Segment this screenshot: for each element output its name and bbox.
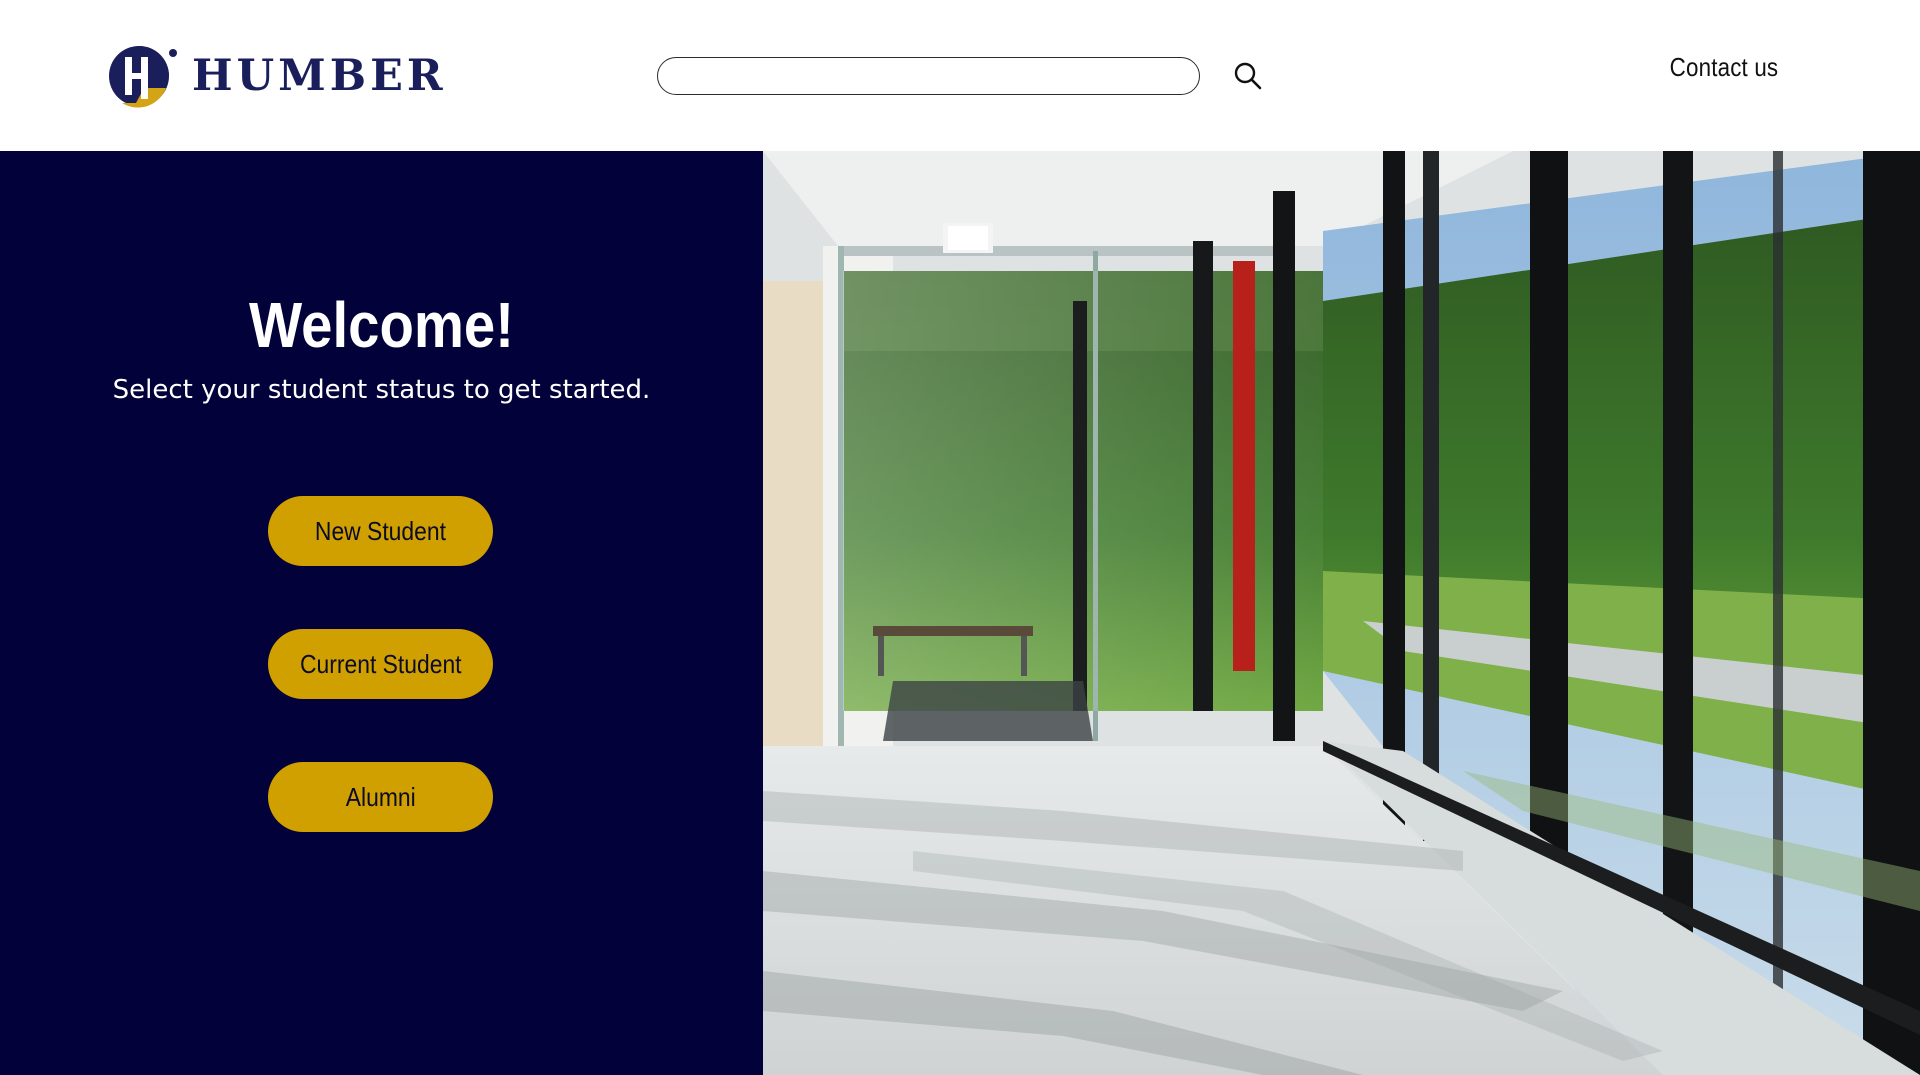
- welcome-subtitle: Select your student status to get starte…: [112, 375, 651, 405]
- humber-logo-icon: [109, 46, 177, 108]
- humber-wordmark: HUMBER: [192, 50, 447, 101]
- search-input[interactable]: [657, 57, 1200, 95]
- search-button[interactable]: [1228, 56, 1268, 96]
- new-student-label: New Student: [314, 515, 447, 546]
- alumni-button[interactable]: Alumni: [268, 762, 493, 832]
- current-student-label: Current Student: [299, 648, 462, 679]
- alumni-label: Alumni: [345, 781, 416, 812]
- humber-logo[interactable]: HUMBER: [108, 43, 447, 109]
- contact-us-link[interactable]: Contact us: [1669, 52, 1778, 83]
- campus-interior-photo: [763, 151, 1920, 1075]
- welcome-panel: Welcome! Select your student status to g…: [0, 151, 763, 1075]
- site-header: HUMBER Contact us: [0, 0, 1920, 151]
- current-student-button[interactable]: Current Student: [268, 629, 493, 699]
- search-icon: [1234, 62, 1262, 90]
- new-student-button[interactable]: New Student: [268, 496, 493, 566]
- welcome-heading: Welcome!: [249, 289, 514, 361]
